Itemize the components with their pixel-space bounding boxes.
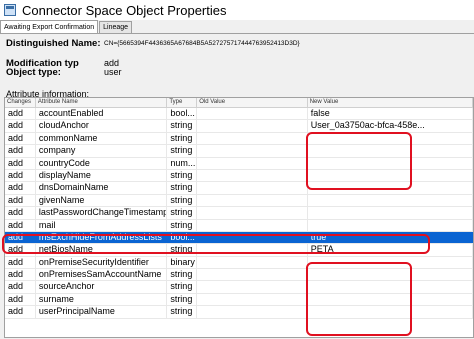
cell-old-value	[197, 132, 308, 145]
cell-changes: add	[5, 281, 36, 293]
cell-changes: add	[5, 293, 36, 306]
object-type-value: user	[104, 67, 122, 77]
title-bar: Connector Space Object Properties	[0, 0, 474, 20]
cell-changes: add	[5, 157, 36, 169]
cell-old-value	[197, 157, 308, 169]
cell-attribute-name: countryCode	[36, 157, 168, 169]
table-row[interactable]: add givenName string	[5, 194, 473, 208]
cell-changes: add	[5, 219, 36, 231]
cell-type: binary	[167, 256, 198, 269]
cell-old-value	[197, 182, 308, 194]
dn-label: Distinguished Name:	[6, 38, 101, 49]
dn-value: CN={5665394F4436365A67684B5A527275717444…	[104, 40, 300, 47]
cell-attribute-name: surname	[36, 293, 168, 306]
cell-new-value	[308, 194, 473, 207]
cell-old-value	[197, 306, 308, 318]
cell-attribute-name: commonName	[36, 132, 168, 145]
cell-new-value	[308, 207, 473, 219]
cell-changes: add	[5, 194, 36, 207]
cell-old-value	[197, 281, 308, 293]
cell-old-value	[197, 207, 308, 219]
cell-changes: add	[5, 207, 36, 219]
cell-changes: add	[5, 120, 36, 132]
table-row[interactable]: add lastPasswordChangeTimestamp string	[5, 207, 473, 220]
cell-type: string	[167, 194, 198, 207]
column-header-attribute-name[interactable]: Attribute Name	[36, 98, 168, 107]
cell-type: num...	[167, 157, 198, 169]
window-title: Connector Space Object Properties	[22, 2, 227, 18]
annotation-box-new-values-bottom	[306, 262, 412, 336]
cell-changes: add	[5, 306, 36, 318]
cell-attribute-name: mail	[36, 219, 168, 231]
cell-changes: add	[5, 169, 36, 182]
cell-old-value	[197, 145, 308, 157]
cell-changes: add	[5, 132, 36, 145]
cell-changes: add	[5, 182, 36, 194]
column-header-type[interactable]: Type	[167, 98, 198, 107]
cell-old-value	[197, 120, 308, 132]
cell-type: string	[167, 169, 198, 182]
cell-attribute-name: cloudAnchor	[36, 120, 168, 132]
cell-changes: add	[5, 269, 36, 281]
cell-type: string	[167, 281, 198, 293]
cell-type: string	[167, 306, 198, 318]
cell-old-value	[197, 108, 308, 120]
cell-attribute-name: onPremiseSecurityIdentifier	[36, 256, 168, 269]
cell-attribute-name: accountEnabled	[36, 108, 168, 120]
table-row[interactable]: add cloudAnchor string User_0a3750ac-bfca-4…	[5, 120, 473, 133]
table-row[interactable]: add mail string	[5, 219, 473, 232]
column-header-old-value[interactable]: Old Value	[197, 98, 308, 107]
column-header-new-value[interactable]: New Value	[308, 98, 473, 107]
cell-old-value	[197, 269, 308, 281]
cell-type: string	[167, 219, 198, 231]
annotation-box-new-values-top	[306, 132, 412, 190]
cell-type: string	[167, 293, 198, 306]
cell-attribute-name: sourceAnchor	[36, 281, 168, 293]
cell-attribute-name: dnsDomainName	[36, 182, 168, 194]
cell-attribute-name: userPrincipalName	[36, 306, 168, 318]
table-row[interactable]: add accountEnabled bool... false	[5, 108, 473, 121]
cell-attribute-name: onPremisesSamAccountName	[36, 269, 168, 281]
cell-attribute-name: company	[36, 145, 168, 157]
cell-type: string	[167, 207, 198, 219]
cell-old-value	[197, 293, 308, 306]
object-type-label: Object type:	[6, 67, 61, 78]
grid-header: Changes Attribute Name Type Old Value Ne…	[5, 98, 473, 108]
cell-old-value	[197, 256, 308, 269]
cell-type: string	[167, 182, 198, 194]
cell-changes: add	[5, 145, 36, 157]
cell-new-value: false	[308, 108, 473, 120]
cell-type: bool...	[167, 108, 198, 120]
cell-type: string	[167, 269, 198, 281]
cell-changes: add	[5, 256, 36, 269]
cell-new-value: User_0a3750ac-bfca-458e...	[308, 120, 473, 132]
cell-changes: add	[5, 108, 36, 120]
tab-strip: Awaiting Export Confirmation Lineage	[0, 20, 133, 34]
app-window-icon	[4, 4, 16, 16]
cell-attribute-name: lastPasswordChangeTimestamp	[36, 207, 168, 219]
column-header-changes[interactable]: Changes	[5, 98, 36, 107]
cell-attribute-name: displayName	[36, 169, 168, 182]
cell-old-value	[197, 169, 308, 182]
tab-awaiting-export-confirmation[interactable]: Awaiting Export Confirmation	[0, 20, 99, 34]
cell-old-value	[197, 194, 308, 207]
cell-type: string	[167, 145, 198, 157]
cell-type: string	[167, 132, 198, 145]
cell-type: string	[167, 120, 198, 132]
cell-new-value	[308, 219, 473, 231]
annotation-box-selected-row	[2, 234, 430, 254]
cell-attribute-name: givenName	[36, 194, 168, 207]
cell-old-value	[197, 219, 308, 231]
